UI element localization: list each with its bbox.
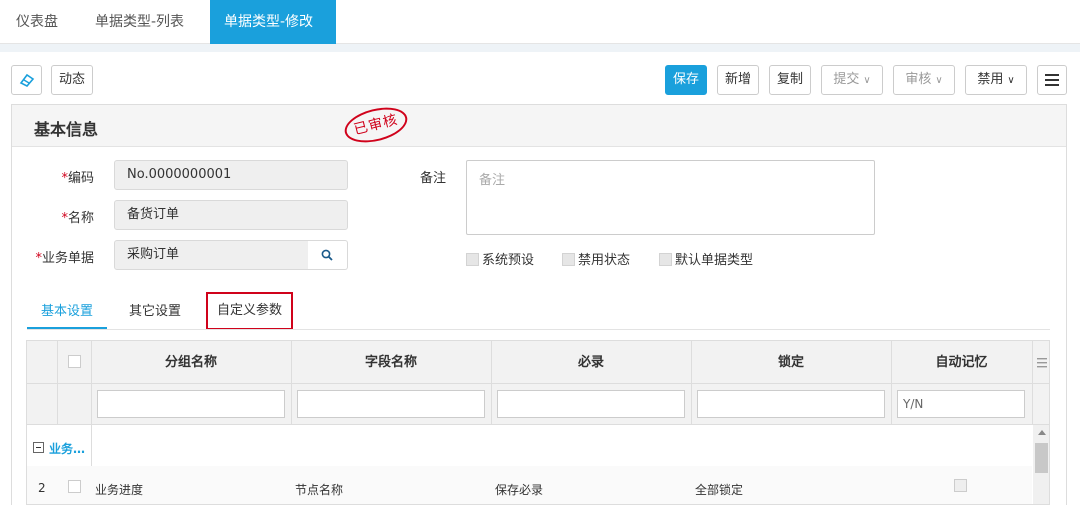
subtab-divider xyxy=(27,329,1050,330)
select-all-checkbox[interactable] xyxy=(68,355,81,368)
checkbox-box xyxy=(659,253,672,266)
checkbox-label: 系统预设 xyxy=(482,253,535,268)
default-doc-type-checkbox[interactable]: 默认单据类型 xyxy=(659,249,753,268)
scroll-up-icon[interactable] xyxy=(1038,430,1046,435)
code-field[interactable]: No.0000000001 xyxy=(114,160,348,190)
column-menu-icon[interactable] xyxy=(1037,357,1047,372)
submit-label: 提交 xyxy=(833,72,860,87)
biz-doc-search-button[interactable] xyxy=(308,240,348,270)
review-label: 审核 xyxy=(905,72,932,87)
collapse-icon[interactable] xyxy=(33,442,44,453)
tab-doc-type-edit[interactable]: 单据类型-修改 ✖ xyxy=(210,0,336,74)
dynamic-button[interactable]: 动态 xyxy=(51,65,93,95)
remark-textarea[interactable]: 备注 xyxy=(466,160,875,235)
name-label: *名称 xyxy=(61,211,94,226)
checkbox-label: 默认单据类型 xyxy=(675,253,754,268)
auto-remember-checkbox[interactable] xyxy=(954,479,967,492)
tab-doc-type-list[interactable]: 单据类型-列表 xyxy=(81,0,198,44)
checkbox-box xyxy=(562,253,575,266)
tab-custom-params[interactable]: 自定义参数 xyxy=(206,292,294,330)
review-dropdown[interactable]: 审核 ∨ xyxy=(893,65,955,95)
submit-dropdown[interactable]: 提交 ∨ xyxy=(821,65,883,95)
search-icon xyxy=(321,249,333,261)
checkbox-label: 禁用状态 xyxy=(578,253,631,268)
tab-label: 单据类型-修改 xyxy=(224,14,314,30)
checkbox-box xyxy=(466,253,479,266)
top-tab-bar: 仪表盘 单据类型-列表 单据类型-修改 ✖ xyxy=(0,0,1080,74)
copy-button[interactable]: 复制 xyxy=(769,65,811,95)
save-button[interactable]: 保存 xyxy=(665,65,707,95)
menu-button[interactable] xyxy=(1037,65,1067,95)
tab-strip-divider xyxy=(0,44,1080,52)
row-checkbox[interactable] xyxy=(68,480,81,493)
grid-divider xyxy=(57,341,58,425)
cell-lock: 全部锁定 xyxy=(695,483,744,497)
scrollbar-thumb[interactable] xyxy=(1035,443,1048,473)
cell-group: 业务进度 xyxy=(95,483,144,497)
new-button[interactable]: 新增 xyxy=(717,65,759,95)
filter-lock-input[interactable] xyxy=(697,390,885,418)
panel-title: 基本信息 xyxy=(34,120,99,139)
chevron-down-icon: ∨ xyxy=(1007,75,1015,86)
col-header-group[interactable]: 分组名称 xyxy=(91,341,291,384)
tab-dashboard[interactable]: 仪表盘 xyxy=(2,0,72,44)
filter-auto-remember-input[interactable]: Y/N xyxy=(897,390,1025,418)
eraser-button[interactable] xyxy=(11,65,42,95)
eraser-icon xyxy=(19,73,34,87)
cell-required: 保存必录 xyxy=(495,483,544,497)
name-label-text: 名称 xyxy=(67,211,94,226)
filter-group-input[interactable] xyxy=(97,390,285,418)
cell-field: 节点名称 xyxy=(295,483,344,497)
hamburger-icon xyxy=(1045,74,1059,86)
system-preset-checkbox[interactable]: 系统预设 xyxy=(466,249,534,268)
close-icon[interactable]: ✖ xyxy=(228,59,239,74)
biz-doc-label: *业务单据 xyxy=(35,251,94,266)
code-label: *编码 xyxy=(61,171,94,186)
name-field[interactable]: 备货订单 xyxy=(114,200,348,230)
col-header-lock[interactable]: 锁定 xyxy=(691,341,891,384)
code-label-text: 编码 xyxy=(67,171,94,186)
disable-label: 禁用 xyxy=(977,72,1004,87)
filter-required-input[interactable] xyxy=(497,390,685,418)
row-number: 2 xyxy=(38,481,46,495)
col-header-auto-remember[interactable]: 自动记忆 xyxy=(891,341,1032,384)
tab-other-settings[interactable]: 其它设置 xyxy=(129,295,181,329)
biz-doc-field[interactable]: 采购订单 xyxy=(114,240,310,270)
remark-label: 备注 xyxy=(419,171,446,186)
disable-dropdown[interactable]: 禁用 ∨ xyxy=(965,65,1027,95)
col-header-required[interactable]: 必录 xyxy=(491,341,691,384)
grid-divider xyxy=(1032,341,1033,425)
disabled-status-checkbox[interactable]: 禁用状态 xyxy=(562,249,630,268)
tab-basic-settings[interactable]: 基本设置 xyxy=(27,295,108,329)
tab-label: 单据类型-列表 xyxy=(95,14,185,30)
tab-label: 仪表盘 xyxy=(16,14,58,30)
chevron-down-icon: ∨ xyxy=(863,75,871,86)
panel-header: 基本信息 已审核 xyxy=(12,101,1066,149)
group-label[interactable]: 业务… xyxy=(49,440,85,457)
filter-field-input[interactable] xyxy=(297,390,485,418)
biz-doc-label-text: 业务单据 xyxy=(41,251,94,266)
chevron-down-icon: ∨ xyxy=(935,75,943,86)
approved-stamp: 已审核 xyxy=(341,101,411,149)
params-grid: 分组名称 字段名称 必录 锁定 自动记忆 Y/N 业务… 2 业务进度 节点名称… xyxy=(26,340,1050,505)
col-header-field[interactable]: 字段名称 xyxy=(291,341,491,384)
